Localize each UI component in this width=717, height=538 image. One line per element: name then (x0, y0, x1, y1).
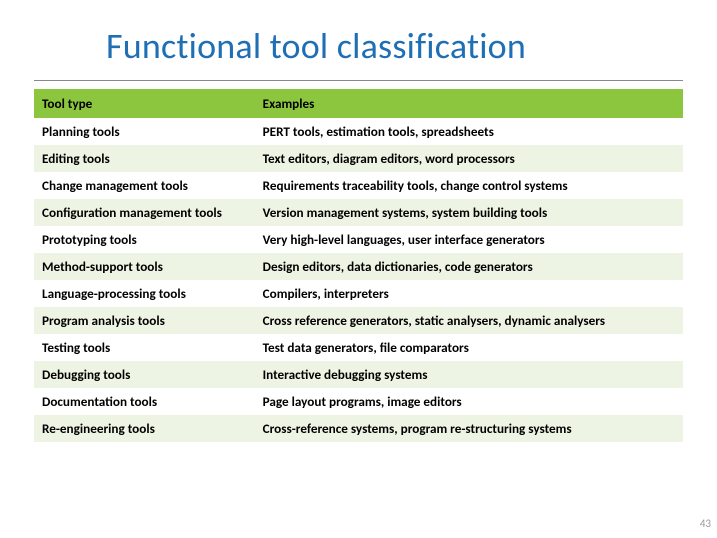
table-row: Language-processing toolsCompilers, inte… (34, 280, 683, 307)
table-row: Planning toolsPERT tools, estimation too… (34, 118, 683, 145)
table-row: Program analysis toolsCross reference ge… (34, 307, 683, 334)
table-row: Testing toolsTest data generators, file … (34, 334, 683, 361)
slide: Functional tool classification Tool type… (0, 0, 717, 538)
cell-examples: Page layout programs, image editors (255, 388, 683, 415)
cell-tool-type: Program analysis tools (34, 307, 255, 334)
table-row: Configuration management toolsVersion ma… (34, 199, 683, 226)
header-examples: Examples (255, 89, 683, 118)
table-row: Re-engineering toolsCross-reference syst… (34, 415, 683, 442)
cell-tool-type: Language-processing tools (34, 280, 255, 307)
cell-examples: Cross reference generators, static analy… (255, 307, 683, 334)
header-tool-type: Tool type (34, 89, 255, 118)
table-row: Change management toolsRequirements trac… (34, 172, 683, 199)
cell-examples: PERT tools, estimation tools, spreadshee… (255, 118, 683, 145)
table-row: Documentation toolsPage layout programs,… (34, 388, 683, 415)
cell-tool-type: Prototyping tools (34, 226, 255, 253)
table-row: Prototyping toolsVery high-level languag… (34, 226, 683, 253)
table-header-row: Tool type Examples (34, 89, 683, 118)
cell-examples: Version management systems, system build… (255, 199, 683, 226)
cell-examples: Test data generators, file comparators (255, 334, 683, 361)
table-row: Method-support toolsDesign editors, data… (34, 253, 683, 280)
cell-tool-type: Editing tools (34, 145, 255, 172)
table-row: Debugging toolsInteractive debugging sys… (34, 361, 683, 388)
page-number: 43 (700, 517, 711, 530)
cell-tool-type: Debugging tools (34, 361, 255, 388)
title-divider (34, 80, 683, 81)
cell-examples: Compilers, interpreters (255, 280, 683, 307)
cell-tool-type: Re-engineering tools (34, 415, 255, 442)
cell-tool-type: Change management tools (34, 172, 255, 199)
cell-examples: Cross-reference systems, program re-stru… (255, 415, 683, 442)
cell-examples: Interactive debugging systems (255, 361, 683, 388)
cell-tool-type: Testing tools (34, 334, 255, 361)
classification-table: Tool type Examples Planning toolsPERT to… (34, 89, 683, 442)
cell-tool-type: Configuration management tools (34, 199, 255, 226)
cell-examples: Very high-level languages, user interfac… (255, 226, 683, 253)
cell-examples: Design editors, data dictionaries, code … (255, 253, 683, 280)
cell-examples: Requirements traceability tools, change … (255, 172, 683, 199)
page-title: Functional tool classification (34, 24, 683, 68)
table-row: Editing toolsText editors, diagram edito… (34, 145, 683, 172)
cell-tool-type: Documentation tools (34, 388, 255, 415)
cell-tool-type: Method-support tools (34, 253, 255, 280)
cell-examples: Text editors, diagram editors, word proc… (255, 145, 683, 172)
cell-tool-type: Planning tools (34, 118, 255, 145)
